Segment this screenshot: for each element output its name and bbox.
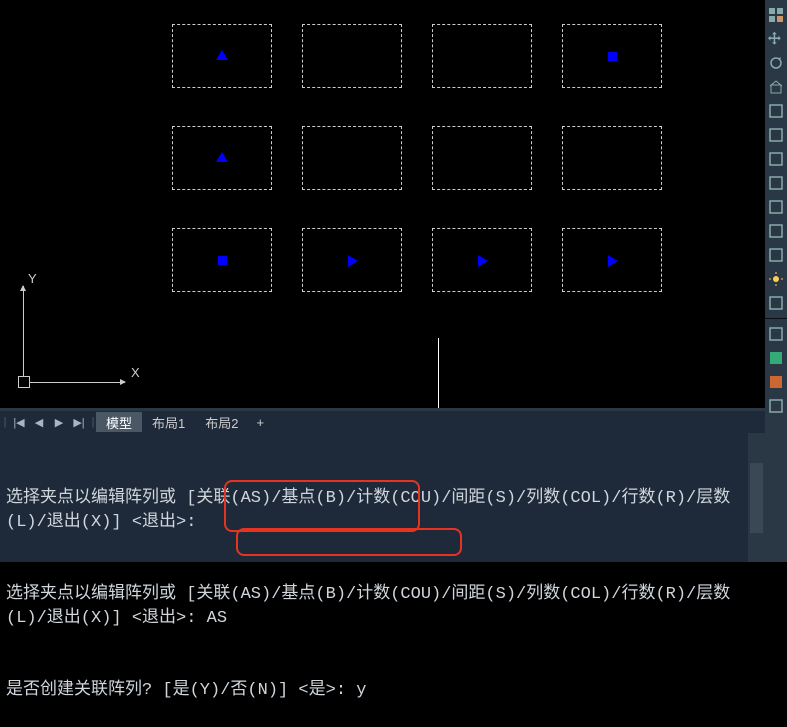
- tab-prev-button[interactable]: ◀: [30, 413, 48, 431]
- tab-layout2[interactable]: 布局2: [195, 412, 248, 432]
- swatch-icon[interactable]: [767, 349, 785, 367]
- mesh-icon[interactable]: [767, 294, 785, 312]
- command-history-line: 选择夹点以编辑阵列或 [关联(AS)/基点(B)/计数(COU)/间距(S)/列…: [6, 583, 764, 631]
- edit-icon[interactable]: [767, 222, 785, 240]
- command-history-line: 选择夹点以编辑阵列或 [关联(AS)/基点(B)/计数(COU)/间距(S)/列…: [6, 487, 764, 535]
- command-scrollbar[interactable]: [748, 433, 765, 562]
- grip-arrow-up-icon[interactable]: [216, 152, 228, 162]
- grip-arrow-up-icon[interactable]: [216, 50, 228, 60]
- grip-square-icon[interactable]: [218, 256, 227, 265]
- command-prompt-line: 是否创建关联阵列? [是(Y)/否(N)] <是>: y: [6, 679, 764, 703]
- ucs-axis: X Y: [18, 278, 138, 388]
- box-icon[interactable]: [767, 150, 785, 168]
- more-icon[interactable]: [767, 397, 785, 415]
- face-icon[interactable]: [767, 246, 785, 264]
- pan-icon[interactable]: [767, 30, 785, 48]
- clip-icon[interactable]: [767, 325, 785, 343]
- tab-first-button[interactable]: |◀: [10, 413, 28, 431]
- ucs-y-label: Y: [28, 271, 37, 286]
- array-cell[interactable]: [432, 24, 532, 88]
- model-canvas[interactable]: X Y: [0, 0, 765, 408]
- scrollbar-thumb[interactable]: [750, 463, 763, 533]
- tab-nav-sep: |: [2, 413, 8, 431]
- palette-divider: [765, 318, 787, 319]
- orbit-icon[interactable]: [767, 54, 785, 72]
- swatch2-icon[interactable]: [767, 373, 785, 391]
- tab-model[interactable]: 模型: [96, 412, 142, 432]
- tab-add-button[interactable]: +: [248, 412, 272, 432]
- array-cell[interactable]: [302, 126, 402, 190]
- array-cell[interactable]: [562, 126, 662, 190]
- ucs-x-label: X: [131, 365, 140, 380]
- right-tool-palette: [765, 0, 787, 562]
- tab-next-button[interactable]: ▶: [50, 413, 68, 431]
- layers-icon[interactable]: [767, 102, 785, 120]
- array-cell[interactable]: [432, 126, 532, 190]
- grid-icon[interactable]: [767, 6, 785, 24]
- tab-layout1[interactable]: 布局1: [142, 412, 195, 432]
- grip-square-icon[interactable]: [608, 52, 617, 61]
- layout-tabs: | |◀ ◀ ▶ ▶| | 模型 布局1 布局2 +: [0, 411, 770, 433]
- crosshair-cursor: [438, 338, 439, 408]
- snap-icon[interactable]: [767, 174, 785, 192]
- extent-icon[interactable]: [767, 126, 785, 144]
- grip-arrow-right-icon[interactable]: [348, 255, 358, 267]
- grip-arrow-right-icon[interactable]: [608, 255, 618, 267]
- home-icon[interactable]: [767, 78, 785, 96]
- command-line-panel[interactable]: 选择夹点以编辑阵列或 [关联(AS)/基点(B)/计数(COU)/间距(S)/列…: [0, 433, 770, 562]
- array-cell[interactable]: [302, 24, 402, 88]
- tab-last-button[interactable]: ▶|: [70, 413, 88, 431]
- light-icon[interactable]: [767, 270, 785, 288]
- measure-icon[interactable]: [767, 198, 785, 216]
- grip-arrow-right-icon[interactable]: [478, 255, 488, 267]
